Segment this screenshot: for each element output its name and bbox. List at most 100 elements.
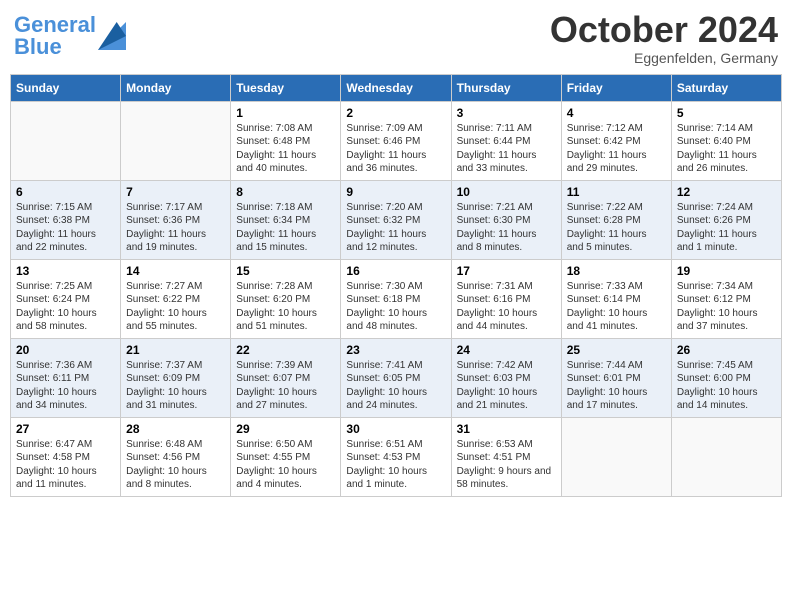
sunrise-text: Sunrise: 6:48 AM <box>126 438 225 452</box>
sunset-text: Sunset: 6:05 PM <box>346 372 445 386</box>
day-info: Sunrise: 7:20 AMSunset: 6:32 PMDaylight:… <box>346 201 445 255</box>
sunrise-text: Sunrise: 7:22 AM <box>567 201 666 215</box>
daylight-text: Daylight: 11 hours and 5 minutes. <box>567 228 666 255</box>
sunrise-text: Sunrise: 7:24 AM <box>677 201 776 215</box>
calendar-body: 1Sunrise: 7:08 AMSunset: 6:48 PMDaylight… <box>11 101 782 496</box>
table-row: 8 Sunrise: 7:18 AMSunset: 6:34 PMDaylight… <box>231 180 341 259</box>
daylight-text: Daylight: 10 hours and 41 minutes. <box>567 307 666 334</box>
table-row: 5Sunrise: 7:14 AMSunset: 6:40 PMDaylight… <box>671 101 781 180</box>
table-row: 23Sunrise: 7:41 AMSunset: 6:05 PMDayligh… <box>341 338 451 417</box>
sunrise-text: Sunrise: 7:08 AM <box>236 122 335 136</box>
day-number: 18 <box>567 264 666 278</box>
table-row <box>561 417 671 496</box>
col-wednesday: Wednesday <box>341 74 451 101</box>
table-row: 29Sunrise: 6:50 AMSunset: 4:55 PMDayligh… <box>231 417 341 496</box>
table-row <box>11 101 121 180</box>
table-row: 28Sunrise: 6:48 AMSunset: 4:56 PMDayligh… <box>121 417 231 496</box>
calendar-row: 1Sunrise: 7:08 AMSunset: 6:48 PMDaylight… <box>11 101 782 180</box>
table-row: 30Sunrise: 6:51 AMSunset: 4:53 PMDayligh… <box>341 417 451 496</box>
sunrise-text: Sunrise: 7:41 AM <box>346 359 445 373</box>
daylight-text: Daylight: 10 hours and 34 minutes. <box>16 386 115 413</box>
sunset-text: Sunset: 6:34 PM <box>236 214 335 228</box>
calendar-row: 27Sunrise: 6:47 AMSunset: 4:58 PMDayligh… <box>11 417 782 496</box>
table-row: 9Sunrise: 7:20 AMSunset: 6:32 PMDaylight… <box>341 180 451 259</box>
table-row <box>671 417 781 496</box>
table-row: 1Sunrise: 7:08 AMSunset: 6:48 PMDaylight… <box>231 101 341 180</box>
sunset-text: Sunset: 4:56 PM <box>126 451 225 465</box>
sunset-text: Sunset: 6:07 PM <box>236 372 335 386</box>
logo: General Blue <box>14 14 126 58</box>
calendar-row: 20 Sunrise: 7:36 AMSunset: 6:11 PMDayligh… <box>11 338 782 417</box>
daylight-text: Daylight: 11 hours and 15 minutes. <box>236 228 335 255</box>
sunset-text: Sunset: 6:09 PM <box>126 372 225 386</box>
day-number: 15 <box>236 264 335 278</box>
day-info: Sunrise: 7:24 AMSunset: 6:26 PMDaylight:… <box>677 201 776 255</box>
sunrise-text: Sunrise: 7:20 AM <box>346 201 445 215</box>
day-number: 31 <box>457 422 556 436</box>
day-info: Sunrise: 7:28 AMSunset: 6:20 PMDaylight:… <box>236 280 335 334</box>
sunset-text: Sunset: 4:55 PM <box>236 451 335 465</box>
day-info: Sunrise: 7:14 AMSunset: 6:40 PMDaylight:… <box>677 122 776 176</box>
day-number: 21 <box>126 343 225 357</box>
sunrise-text: Sunrise: 7:44 AM <box>567 359 666 373</box>
day-info: Sunrise: 7:22 AMSunset: 6:28 PMDaylight:… <box>567 201 666 255</box>
daylight-text: Daylight: 11 hours and 1 minute. <box>677 228 776 255</box>
day-info: Sunrise: 7:44 AMSunset: 6:01 PMDaylight:… <box>567 359 666 413</box>
table-row: 21Sunrise: 7:37 AMSunset: 6:09 PMDayligh… <box>121 338 231 417</box>
sunset-text: Sunset: 6:38 PM <box>16 214 115 228</box>
sunset-text: Sunset: 6:11 PM <box>16 372 115 386</box>
day-info: Sunrise: 7:41 AMSunset: 6:05 PMDaylight:… <box>346 359 445 413</box>
sunset-text: Sunset: 6:00 PM <box>677 372 776 386</box>
daylight-text: Daylight: 11 hours and 29 minutes. <box>567 149 666 176</box>
table-row: 12Sunrise: 7:24 AMSunset: 6:26 PMDayligh… <box>671 180 781 259</box>
day-number: 20 <box>16 343 115 357</box>
day-info: Sunrise: 7:11 AMSunset: 6:44 PMDaylight:… <box>457 122 556 176</box>
day-info: Sunrise: 7:12 AMSunset: 6:42 PMDaylight:… <box>567 122 666 176</box>
daylight-text: Daylight: 11 hours and 8 minutes. <box>457 228 556 255</box>
daylight-text: Daylight: 11 hours and 33 minutes. <box>457 149 556 176</box>
sunrise-text: Sunrise: 7:14 AM <box>677 122 776 136</box>
day-number: 13 <box>16 264 115 278</box>
sunset-text: Sunset: 6:03 PM <box>457 372 556 386</box>
table-row: 13Sunrise: 7:25 AMSunset: 6:24 PMDayligh… <box>11 259 121 338</box>
sunset-text: Sunset: 4:58 PM <box>16 451 115 465</box>
table-row: 7Sunrise: 7:17 AMSunset: 6:36 PMDaylight… <box>121 180 231 259</box>
sunrise-text: Sunrise: 7:17 AM <box>126 201 225 215</box>
day-info: Sunrise: 7:36 AMSunset: 6:11 PMDaylight:… <box>16 359 115 413</box>
sunrise-text: Sunrise: 7:37 AM <box>126 359 225 373</box>
day-info: Sunrise: 7:18 AMSunset: 6:34 PMDaylight:… <box>236 201 335 255</box>
table-row: 27Sunrise: 6:47 AMSunset: 4:58 PMDayligh… <box>11 417 121 496</box>
day-number: 14 <box>126 264 225 278</box>
table-row: 17Sunrise: 7:31 AMSunset: 6:16 PMDayligh… <box>451 259 561 338</box>
day-info: Sunrise: 7:21 AMSunset: 6:30 PMDaylight:… <box>457 201 556 255</box>
daylight-text: Daylight: 9 hours and 58 minutes. <box>457 465 556 492</box>
daylight-text: Daylight: 10 hours and 11 minutes. <box>16 465 115 492</box>
col-monday: Monday <box>121 74 231 101</box>
table-row: 15 Sunrise: 7:28 AMSunset: 6:20 PMDayligh… <box>231 259 341 338</box>
day-number: 29 <box>236 422 335 436</box>
title-area: October 2024 Eggenfelden, Germany <box>550 10 778 66</box>
sunset-text: Sunset: 6:46 PM <box>346 135 445 149</box>
sunset-text: Sunset: 6:42 PM <box>567 135 666 149</box>
sunrise-text: Sunrise: 6:50 AM <box>236 438 335 452</box>
sunset-text: Sunset: 6:28 PM <box>567 214 666 228</box>
logo-icon <box>98 22 126 50</box>
daylight-text: Daylight: 10 hours and 17 minutes. <box>567 386 666 413</box>
sunset-text: Sunset: 4:53 PM <box>346 451 445 465</box>
day-number: 26 <box>677 343 776 357</box>
sunrise-text: Sunrise: 7:09 AM <box>346 122 445 136</box>
sunrise-text: Sunrise: 6:47 AM <box>16 438 115 452</box>
col-saturday: Saturday <box>671 74 781 101</box>
day-number: 8 <box>236 185 335 199</box>
daylight-text: Daylight: 10 hours and 44 minutes. <box>457 307 556 334</box>
day-info: Sunrise: 7:45 AMSunset: 6:00 PMDaylight:… <box>677 359 776 413</box>
daylight-text: Daylight: 10 hours and 24 minutes. <box>346 386 445 413</box>
table-row: 4Sunrise: 7:12 AMSunset: 6:42 PMDaylight… <box>561 101 671 180</box>
col-sunday: Sunday <box>11 74 121 101</box>
day-info: Sunrise: 7:15 AMSunset: 6:38 PMDaylight:… <box>16 201 115 255</box>
sunset-text: Sunset: 6:22 PM <box>126 293 225 307</box>
day-number: 11 <box>567 185 666 199</box>
day-info: Sunrise: 7:34 AMSunset: 6:12 PMDaylight:… <box>677 280 776 334</box>
sunrise-text: Sunrise: 6:51 AM <box>346 438 445 452</box>
day-number: 24 <box>457 343 556 357</box>
